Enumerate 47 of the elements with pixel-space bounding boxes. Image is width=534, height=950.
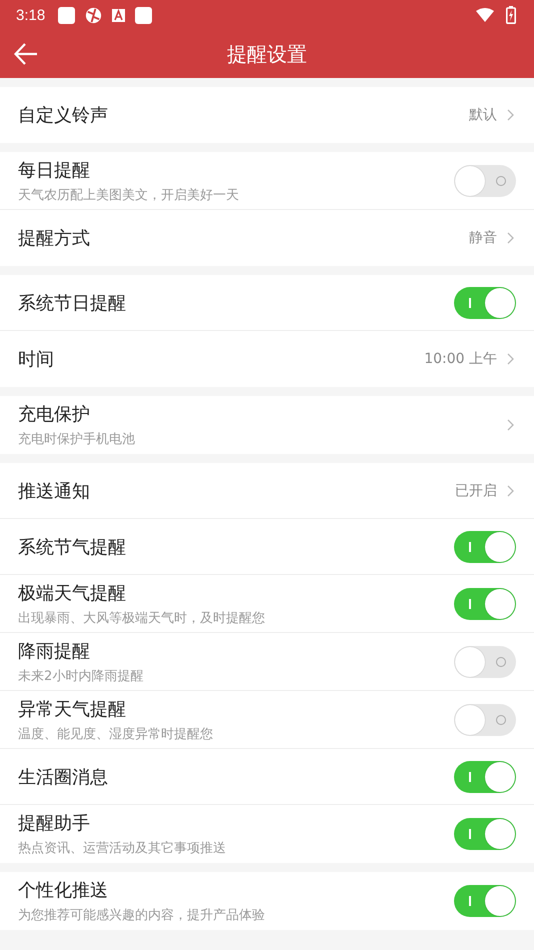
- toggle-switch[interactable]: [454, 286, 516, 318]
- toggle-switch[interactable]: [454, 588, 516, 620]
- setting-description: 充电时保护手机电池: [18, 431, 136, 448]
- notification-icon: [134, 6, 154, 24]
- battery-icon: [506, 6, 516, 24]
- setting-description: 未来2小时内降雨提醒: [18, 668, 144, 684]
- setting-title: 极端天气提醒: [18, 582, 127, 604]
- chevron-icon[interactable]: [507, 419, 514, 431]
- status-time: 3:18: [16, 6, 46, 24]
- setting-description: 为您推荐可能感兴趣的内容，提升产品体验: [18, 907, 266, 924]
- wifi-icon: [476, 8, 494, 22]
- setting-title: 异常天气提醒: [18, 698, 127, 720]
- setting-title: 每日提醒: [18, 158, 91, 182]
- setting-title: 提醒方式: [18, 227, 91, 250]
- setting-value: 10:00 上午: [424, 350, 497, 368]
- setting-description: 热点资讯、运营活动及其它事项推送: [18, 840, 227, 857]
- setting-title: 系统节气提醒: [18, 536, 127, 558]
- setting-title: 系统节日提醒: [18, 292, 127, 314]
- back-arrow-icon[interactable]: [14, 43, 38, 65]
- toggle-switch[interactable]: [454, 885, 516, 917]
- toggle-switch[interactable]: [454, 704, 516, 736]
- notification-icon: [57, 6, 76, 24]
- setting-value: 静音: [469, 229, 497, 247]
- setting-title: 推送通知: [18, 480, 91, 502]
- setting-title: 生活圈消息: [18, 766, 109, 788]
- setting-description: 温度、能见度、湿度异常时提醒您: [18, 726, 214, 742]
- setting-description: 出现暴雨、大风等极端天气时，及时提醒您: [18, 610, 266, 626]
- toggle-switch[interactable]: [454, 818, 516, 850]
- chevron-icon[interactable]: [507, 232, 514, 244]
- chevron-icon[interactable]: [507, 484, 514, 496]
- setting-title: 提醒助手: [18, 812, 91, 835]
- setting-description: 天气农历配上美图美文，开启美好一天: [18, 186, 240, 204]
- setting-title: 降雨提醒: [18, 640, 91, 662]
- toggle-switch[interactable]: [454, 530, 516, 562]
- setting-title: 个性化推送: [18, 879, 109, 902]
- toggle-switch[interactable]: [454, 164, 516, 196]
- setting-title: 时间: [18, 348, 55, 371]
- page-title: 提醒设置: [227, 40, 307, 68]
- chevron-icon[interactable]: [507, 109, 514, 121]
- app-icon: [111, 8, 126, 22]
- setting-value: 默认: [469, 106, 497, 124]
- toggle-switch[interactable]: [454, 760, 516, 792]
- setting-value: 已开启: [455, 482, 497, 500]
- toggle-switch[interactable]: [454, 646, 516, 678]
- setting-title: 充电保护: [18, 403, 91, 426]
- chevron-icon[interactable]: [507, 353, 514, 365]
- setting-title: 自定义铃声: [18, 104, 109, 127]
